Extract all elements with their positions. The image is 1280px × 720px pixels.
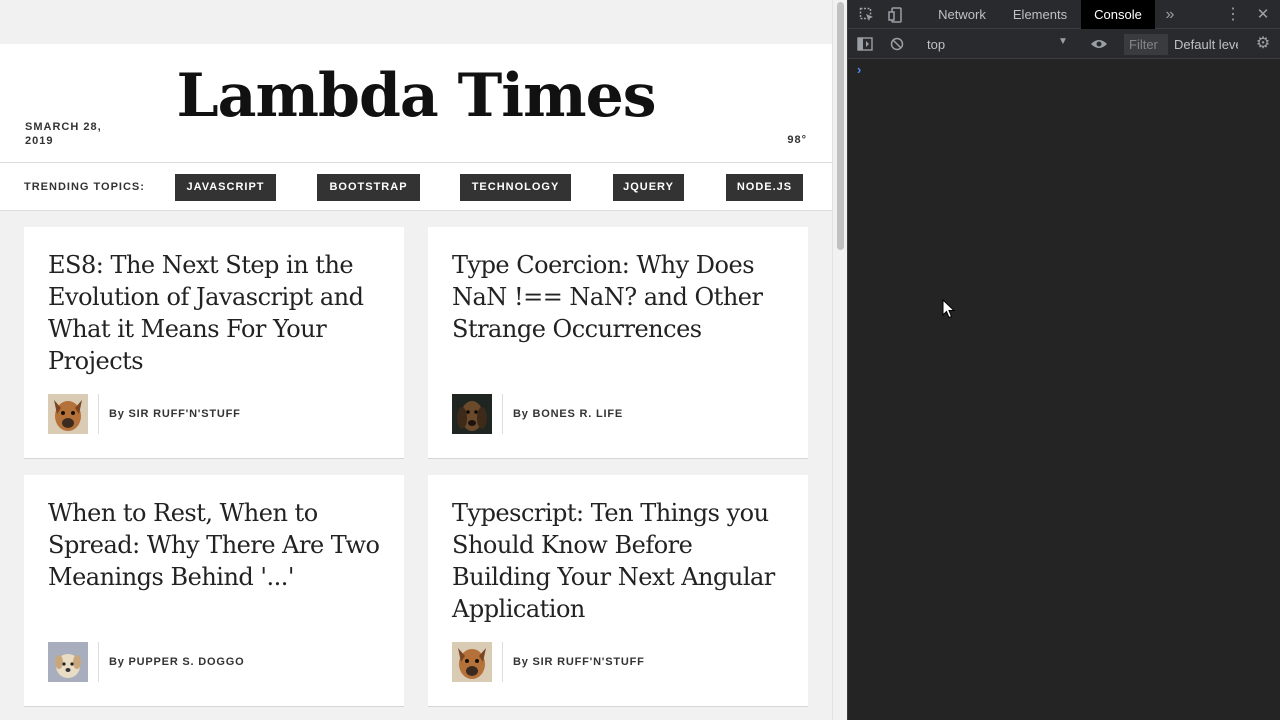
byline-prefix: By <box>513 656 529 668</box>
trending-topics-bar: TRENDING TOPICS: JAVASCRIPT BOOTSTRAP TE… <box>0 163 832 211</box>
sidebar-toggle-icon[interactable] <box>854 29 876 61</box>
top-bar <box>0 0 832 44</box>
context-selector[interactable]: top <box>927 37 945 52</box>
webpage: SMARCH 28, 2019 Lambda Times 98° TRENDIN… <box>0 0 832 720</box>
tab-elements[interactable]: Elements <box>1003 0 1077 29</box>
dropdown-arrow-icon[interactable]: ▼ <box>1058 36 1068 47</box>
tab-bootstrap[interactable]: BOOTSTRAP <box>317 174 420 201</box>
devtools-tab-bar: Network Elements Console » ⋮ ✕ <box>848 0 1280 29</box>
site-header: SMARCH 28, 2019 Lambda Times 98° <box>0 44 832 163</box>
console-toolbar: top ▼ Filter Default levels ⚙ <box>848 29 1280 59</box>
tab-jquery[interactable]: JQUERY <box>613 174 684 201</box>
kebab-menu-icon[interactable]: ⋮ <box>1222 0 1244 29</box>
author-divider <box>502 642 503 682</box>
article-headline[interactable]: When to Rest, When to Spread: Why There … <box>48 497 384 593</box>
dog-avatar-icon <box>452 642 492 682</box>
trending-topics-label: TRENDING TOPICS: <box>24 181 145 193</box>
tab-nodejs[interactable]: NODE.JS <box>726 174 803 201</box>
page-scrollbar[interactable] <box>832 0 847 720</box>
article-author: By PUPPER S. DOGGO <box>48 642 244 682</box>
author-avatar <box>452 642 492 682</box>
site-title: Lambda Times <box>176 61 656 131</box>
article-card[interactable]: Typescript: Ten Things you Should Know B… <box>428 475 808 707</box>
author-divider <box>98 642 99 682</box>
author-divider <box>98 394 99 434</box>
article-headline[interactable]: ES8: The Next Step in the Evolution of J… <box>48 249 384 377</box>
gear-icon[interactable]: ⚙ <box>1252 29 1274 59</box>
header-temperature: 98° <box>787 134 807 146</box>
author-name: SIR RUFF'N'STUFF <box>128 408 241 420</box>
author-name: SIR RUFF'N'STUFF <box>532 656 645 668</box>
mouse-cursor-icon <box>942 299 956 319</box>
author-avatar <box>48 642 88 682</box>
more-tabs-icon[interactable]: » <box>1159 0 1181 29</box>
console-filter-input[interactable]: Filter <box>1124 34 1168 55</box>
author-avatar <box>48 394 88 434</box>
dog-avatar-icon <box>452 394 492 434</box>
article-headline[interactable]: Typescript: Ten Things you Should Know B… <box>452 497 788 625</box>
article-card[interactable]: Type Coercion: Why Does NaN !== NaN? and… <box>428 227 808 459</box>
dog-avatar-icon <box>48 394 88 434</box>
byline-prefix: By <box>109 408 125 420</box>
log-levels-dropdown[interactable]: Default levels <box>1174 37 1238 52</box>
article-author: By SIR RUFF'N'STUFF <box>452 642 645 682</box>
byline-prefix: By <box>513 408 529 420</box>
author-name: BONES R. LIFE <box>532 408 623 420</box>
byline-prefix: By <box>109 656 125 668</box>
article-card[interactable]: When to Rest, When to Spread: Why There … <box>24 475 404 707</box>
tab-technology[interactable]: TECHNOLOGY <box>460 174 571 201</box>
tab-network[interactable]: Network <box>926 0 998 29</box>
close-icon[interactable]: ✕ <box>1252 0 1274 29</box>
author-divider <box>502 394 503 434</box>
console-prompt[interactable]: › <box>857 62 861 77</box>
article-author: By BONES R. LIFE <box>452 394 623 434</box>
eye-icon[interactable] <box>1088 29 1110 60</box>
clear-console-icon[interactable] <box>886 29 908 61</box>
devtools-panel: Network Elements Console » ⋮ ✕ top ▼ Fil… <box>847 0 1280 720</box>
author-avatar <box>452 394 492 434</box>
author-name: PUPPER S. DOGGO <box>128 656 245 668</box>
article-card[interactable]: ES8: The Next Step in the Evolution of J… <box>24 227 404 459</box>
scrollbar-thumb[interactable] <box>837 2 844 250</box>
article-headline[interactable]: Type Coercion: Why Does NaN !== NaN? and… <box>452 249 788 345</box>
tab-console[interactable]: Console <box>1081 0 1155 29</box>
dog-avatar-icon <box>48 642 88 682</box>
article-author: By SIR RUFF'N'STUFF <box>48 394 241 434</box>
tab-javascript[interactable]: JAVASCRIPT <box>175 174 276 201</box>
